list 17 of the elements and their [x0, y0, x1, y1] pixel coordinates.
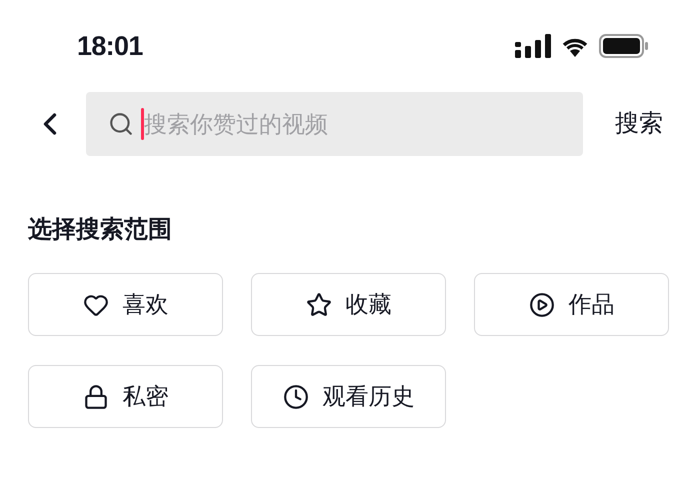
clock-icon [282, 384, 308, 410]
scope-option[interactable]: 收藏 [251, 273, 446, 336]
battery-icon [599, 34, 649, 58]
lock-icon [82, 384, 108, 410]
search-icon [108, 111, 134, 137]
star-icon [306, 292, 332, 318]
text-cursor [141, 108, 144, 140]
section-title: 选择搜索范围 [28, 215, 173, 245]
signal-icon [515, 34, 551, 58]
search-field[interactable]: 搜索你赞过的视频 [86, 92, 583, 156]
scope-option[interactable]: 喜欢 [28, 273, 223, 336]
scope-option[interactable]: 私密 [28, 365, 223, 428]
search-button[interactable]: 搜索 [615, 106, 663, 142]
status-time: 18:01 [77, 30, 143, 63]
scope-option[interactable]: 作品 [474, 273, 669, 336]
play-icon [528, 292, 554, 318]
scope-option[interactable]: 观看历史 [251, 365, 446, 428]
